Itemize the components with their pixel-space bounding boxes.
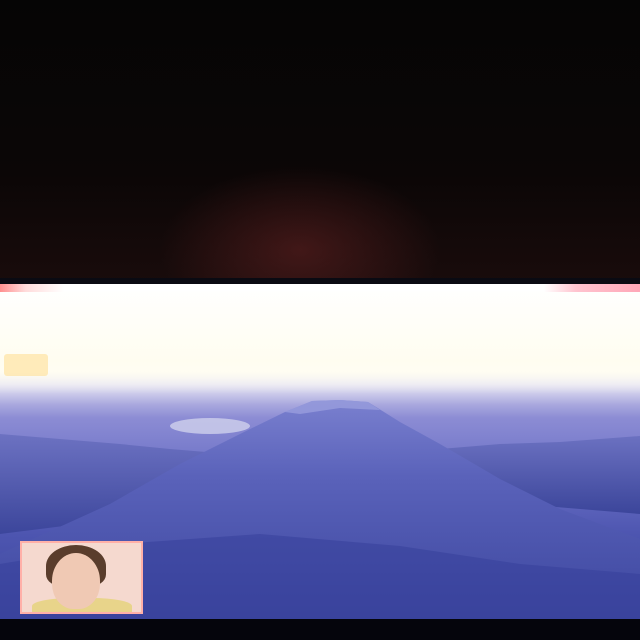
picture-in-picture-thumbnail: [20, 541, 143, 614]
channel-badge: [4, 354, 48, 376]
tv-bottom-bezel: [0, 619, 640, 640]
headline-ticker: [420, 298, 640, 338]
tv-screen: [0, 284, 640, 619]
channel-badge-label: [4, 354, 48, 358]
pip-face: [52, 553, 100, 609]
dark-room-background: [0, 0, 640, 290]
lake: [170, 418, 250, 434]
broadcast-top-strip: [0, 284, 640, 292]
